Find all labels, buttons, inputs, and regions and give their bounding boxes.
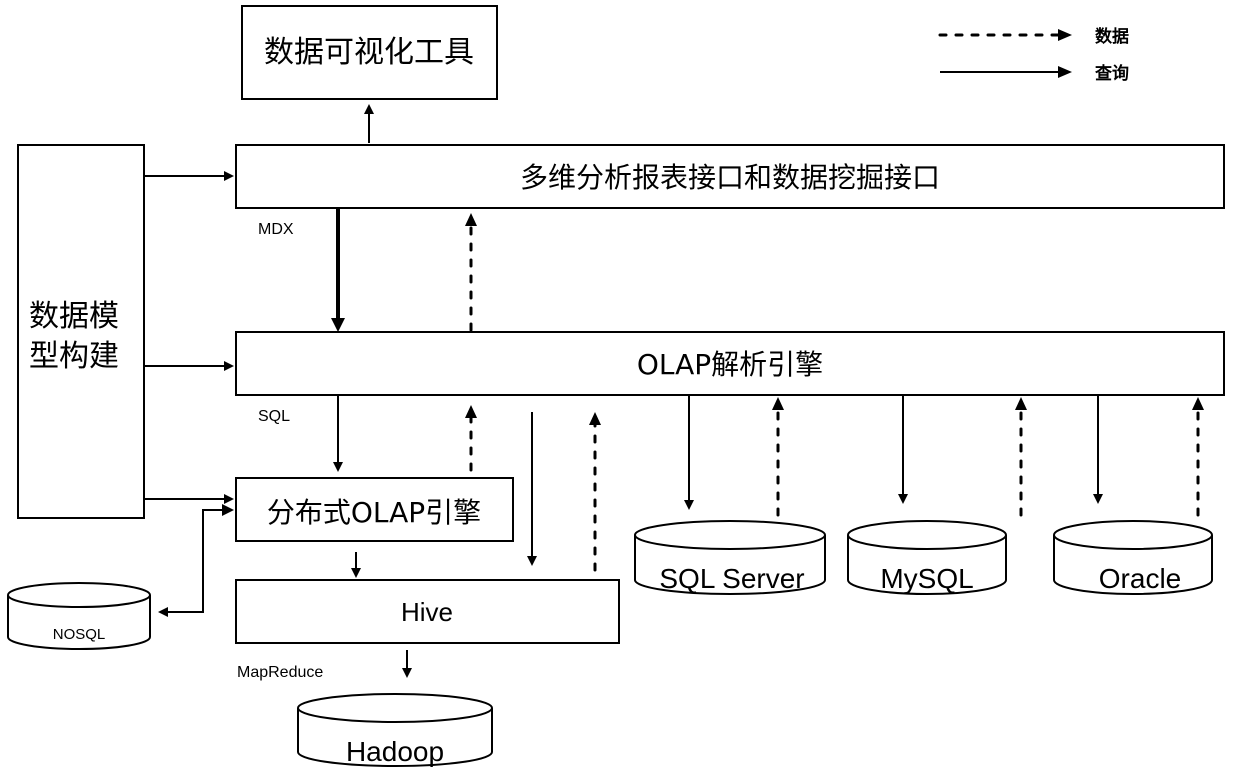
arrow-hive-to-olap-head	[589, 412, 601, 425]
olap-engine-node: OLAP解析引擎	[235, 331, 1225, 396]
legend: 数据 查询	[938, 26, 1129, 84]
hadoop-db: Hadoop	[297, 693, 493, 767]
olap-architecture-diagram: 数据 查询 数据可视化工具 多维分析报表接口和数据挖掘接口 数据模 型构建 MD…	[7, 5, 1225, 767]
arrow-mdx-head	[331, 318, 345, 332]
arrow-sqlserver-to-olap-head	[772, 397, 784, 410]
mysql-db: MySQL	[847, 520, 1007, 595]
interface-label: 多维分析报表接口和数据挖掘接口	[520, 161, 940, 194]
oracle-db: Oracle	[1053, 520, 1213, 595]
legend-query-arrowhead	[1058, 66, 1072, 78]
mysql-label: MySQL	[880, 563, 973, 594]
sqlserver-label: SQL Server	[659, 563, 804, 594]
nosql-label: NOSQL	[53, 626, 106, 643]
olap-engine-label: OLAP解析引擎	[637, 348, 823, 381]
mdx-label: MDX	[258, 221, 294, 238]
viz-tool-node: 数据可视化工具	[241, 5, 498, 100]
arrow-distributed-to-olap-head	[465, 405, 477, 418]
hive-label: Hive	[401, 597, 453, 627]
data-model-label-line2: 型构建	[29, 339, 119, 374]
arrow-distributed-to-nosql	[158, 509, 232, 617]
arrow-mysql-to-olap-head	[1015, 397, 1027, 410]
distributed-olap-node: 分布式OLAP引擎	[235, 477, 514, 542]
sqlserver-db: SQL Server	[634, 520, 826, 595]
arrow-oracle-to-olap-head	[1192, 397, 1204, 410]
hive-node: Hive	[235, 579, 620, 644]
data-model-node: 数据模 型构建	[17, 144, 145, 519]
data-model-label-line1: 数据模	[29, 299, 119, 334]
sql-label: SQL	[258, 408, 290, 425]
legend-data-label: 数据	[1095, 26, 1129, 47]
mapreduce-label: MapReduce	[237, 664, 323, 681]
arrow-nosql-to-distributed-head	[222, 504, 234, 516]
oracle-label: Oracle	[1099, 563, 1181, 594]
distributed-olap-label: 分布式OLAP引擎	[267, 496, 481, 529]
arrow-olap-to-interface-head	[465, 213, 477, 226]
legend-data-arrowhead	[1058, 29, 1072, 41]
legend-query-label: 查询	[1094, 63, 1129, 84]
hadoop-label: Hadoop	[346, 736, 444, 767]
nosql-db: NOSQL	[7, 582, 151, 650]
viz-tool-label: 数据可视化工具	[264, 35, 474, 70]
interface-node: 多维分析报表接口和数据挖掘接口	[235, 144, 1225, 209]
